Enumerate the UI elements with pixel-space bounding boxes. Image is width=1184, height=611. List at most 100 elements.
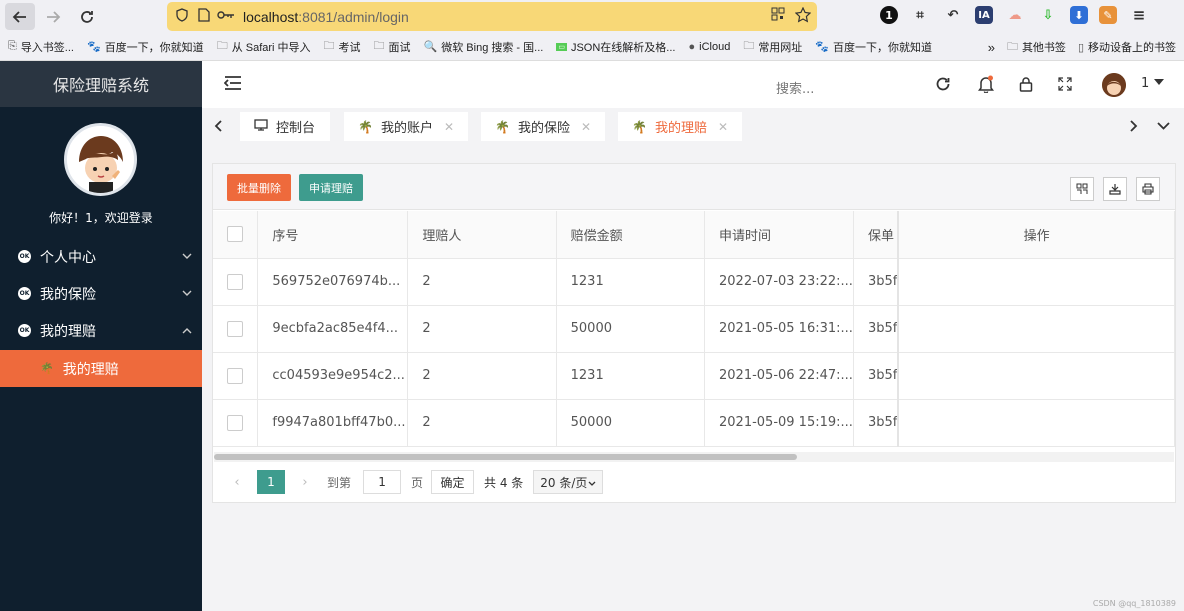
undo-icon[interactable]: ↶ — [942, 4, 964, 26]
tab-scroll-left-icon[interactable] — [208, 116, 228, 136]
batch-delete-button[interactable]: 批量删除 — [227, 174, 291, 201]
star-icon[interactable] — [794, 6, 812, 27]
baidu-icon: 🐾 — [86, 41, 101, 53]
column-header-id[interactable]: 序号 — [257, 211, 409, 259]
page-size-select[interactable]: 20 条/页 — [533, 470, 604, 494]
search-input[interactable]: 搜索... — [776, 78, 814, 97]
row-checkbox-cell[interactable] — [213, 399, 259, 447]
tab-scroll-right-icon[interactable] — [1124, 116, 1144, 136]
system-title: 保险理赔系统 — [0, 61, 202, 107]
table-row: 9ecbfa2ac85e4f4... 2 50000 2021-05-05 16… — [213, 305, 1176, 353]
tab-label: 控制台 — [276, 121, 316, 136]
caret-down-icon[interactable] — [1154, 76, 1164, 89]
row-checkbox[interactable] — [227, 320, 243, 337]
cloud-upload-icon[interactable]: ☁ — [1004, 4, 1026, 26]
row-checkbox-cell[interactable] — [213, 305, 259, 353]
column-header-claimant[interactable]: 理赔人 — [407, 211, 557, 259]
print-icon[interactable] — [1136, 177, 1160, 201]
column-header-amount[interactable]: 赔偿金额 — [556, 211, 706, 259]
tab-my-claims[interactable]: 🌴 我的理赔 ✕ — [618, 112, 742, 141]
lock-icon[interactable] — [1016, 74, 1036, 94]
bookmark-item[interactable]: 🗀 面试 — [374, 37, 411, 56]
cell-policy: 3b5f — [853, 305, 900, 353]
other-bookmarks[interactable]: 🗀 其他书签 — [1007, 38, 1066, 57]
column-header-time[interactable]: 申请时间 — [704, 211, 854, 259]
tab-my-insurance[interactable]: 🌴 我的保险 ✕ — [481, 112, 605, 141]
fullscreen-icon[interactable] — [1055, 74, 1075, 94]
notification-bell-icon[interactable] — [976, 74, 996, 94]
user-avatar[interactable] — [1102, 73, 1126, 97]
menu-icon[interactable]: ≡ — [1128, 4, 1150, 26]
tab-my-account[interactable]: 🌴 我的账户 ✕ — [344, 112, 468, 141]
ia-icon[interactable]: IA — [975, 6, 993, 24]
column-header-actions: 操作 — [898, 211, 1176, 259]
select-all-checkbox[interactable] — [227, 226, 243, 243]
scrollbar-thumb[interactable] — [214, 454, 797, 460]
bookmark-item[interactable]: 🐾 百度一下，你就知道 — [87, 39, 204, 55]
user-name[interactable]: 1 — [1141, 76, 1149, 91]
export-icon[interactable] — [1103, 177, 1127, 201]
tab-dashboard[interactable]: 控制台 — [240, 112, 330, 141]
row-checkbox[interactable] — [227, 273, 243, 290]
reload-button[interactable] — [72, 3, 102, 30]
cell-amount: 50000 — [556, 305, 706, 353]
current-page-button[interactable]: 1 — [257, 470, 285, 494]
bookmark-item[interactable]: ▭ JSON在线解析及格... — [556, 39, 675, 55]
onepassword-icon[interactable]: 1 — [880, 6, 898, 24]
folder-icon: 🗀 — [1006, 40, 1018, 53]
next-page-icon[interactable]: › — [295, 475, 315, 490]
sidebar-item-my-insurance[interactable]: OK 我的保险 — [0, 275, 202, 312]
sidebar-item-personal-center[interactable]: OK 个人中心 — [0, 238, 202, 275]
close-icon[interactable]: ✕ — [581, 120, 591, 134]
bookmark-item[interactable]: 🗀 常用网址 — [743, 37, 802, 56]
bookmark-item[interactable]: 🔍 微软 Bing 搜索 - 国... — [424, 39, 544, 55]
goto-page-input[interactable]: 1 — [363, 470, 402, 494]
row-checkbox[interactable] — [227, 414, 243, 431]
row-checkbox-cell[interactable] — [213, 352, 259, 400]
chevron-double-right-icon[interactable]: » — [988, 40, 995, 55]
crop-icon[interactable]: ⌗ — [909, 4, 931, 26]
palm-tree-icon: 🌴 — [632, 119, 647, 134]
cell-time: 2021-05-05 16:31:... — [704, 305, 854, 353]
menu-collapse-icon[interactable] — [223, 75, 242, 91]
sidebar-subitem-my-claims[interactable]: 🌴 我的理赔 — [0, 350, 202, 387]
shield-icon — [171, 7, 193, 26]
close-icon[interactable]: ✕ — [718, 120, 728, 134]
prev-page-icon[interactable]: ‹ — [227, 475, 247, 490]
tab-label: 我的账户 — [380, 121, 433, 136]
bookmark-item[interactable]: 🗀 考试 — [324, 37, 361, 56]
url-bar[interactable]: localhost:8081/admin/login — [167, 2, 817, 31]
cell-amount: 1231 — [556, 258, 706, 306]
folder-icon: 🗀 — [373, 40, 385, 52]
bookmark-item[interactable]: ● iCloud — [688, 41, 730, 53]
apply-claim-button[interactable]: 申请理赔 — [299, 174, 363, 201]
arrow-left-icon — [12, 10, 26, 23]
row-checkbox[interactable] — [227, 367, 243, 384]
refresh-icon[interactable] — [933, 74, 953, 94]
column-header-policy[interactable]: 保单 — [853, 211, 900, 259]
bookmark-item[interactable]: 🗀 从 Safari 中导入 — [217, 37, 311, 56]
forward-button[interactable] — [38, 3, 68, 30]
tab-menu-chevron-down-icon[interactable] — [1153, 116, 1173, 136]
confirm-button[interactable]: 确定 — [431, 470, 475, 494]
sidebar-item-my-claims[interactable]: OK 我的理赔 — [0, 312, 202, 349]
back-button[interactable] — [5, 3, 35, 30]
horizontal-scrollbar[interactable] — [214, 452, 1174, 462]
cell-id: 569752e076974b... — [257, 258, 409, 306]
mobile-bookmarks[interactable]: ▯ 移动设备上的书签 — [1078, 39, 1176, 55]
select-all-checkbox-cell[interactable] — [213, 211, 259, 259]
bookmark-item[interactable]: ⎘ 导入书签... — [8, 39, 74, 55]
bookmark-item[interactable]: 🐾 百度一下，你就知道 — [815, 39, 932, 55]
palm-tree-icon: 🌴 — [40, 362, 54, 375]
row-checkbox-cell[interactable] — [213, 258, 259, 306]
columns-filter-icon[interactable] — [1070, 177, 1094, 201]
close-icon[interactable]: ✕ — [444, 120, 454, 134]
cell-claimant: 2 — [407, 305, 557, 353]
sidebar-subitem-label: 我的理赔 — [62, 361, 119, 378]
download-manager-icon[interactable]: ⬇ — [1070, 6, 1088, 24]
pencil-extension-icon[interactable]: ✎ — [1099, 6, 1117, 24]
qr-code-icon[interactable] — [771, 7, 785, 27]
cell-policy: 3b5f — [853, 258, 900, 306]
download-icon[interactable]: ⇩ — [1037, 4, 1059, 26]
mobile-icon: ▯ — [1077, 41, 1084, 54]
